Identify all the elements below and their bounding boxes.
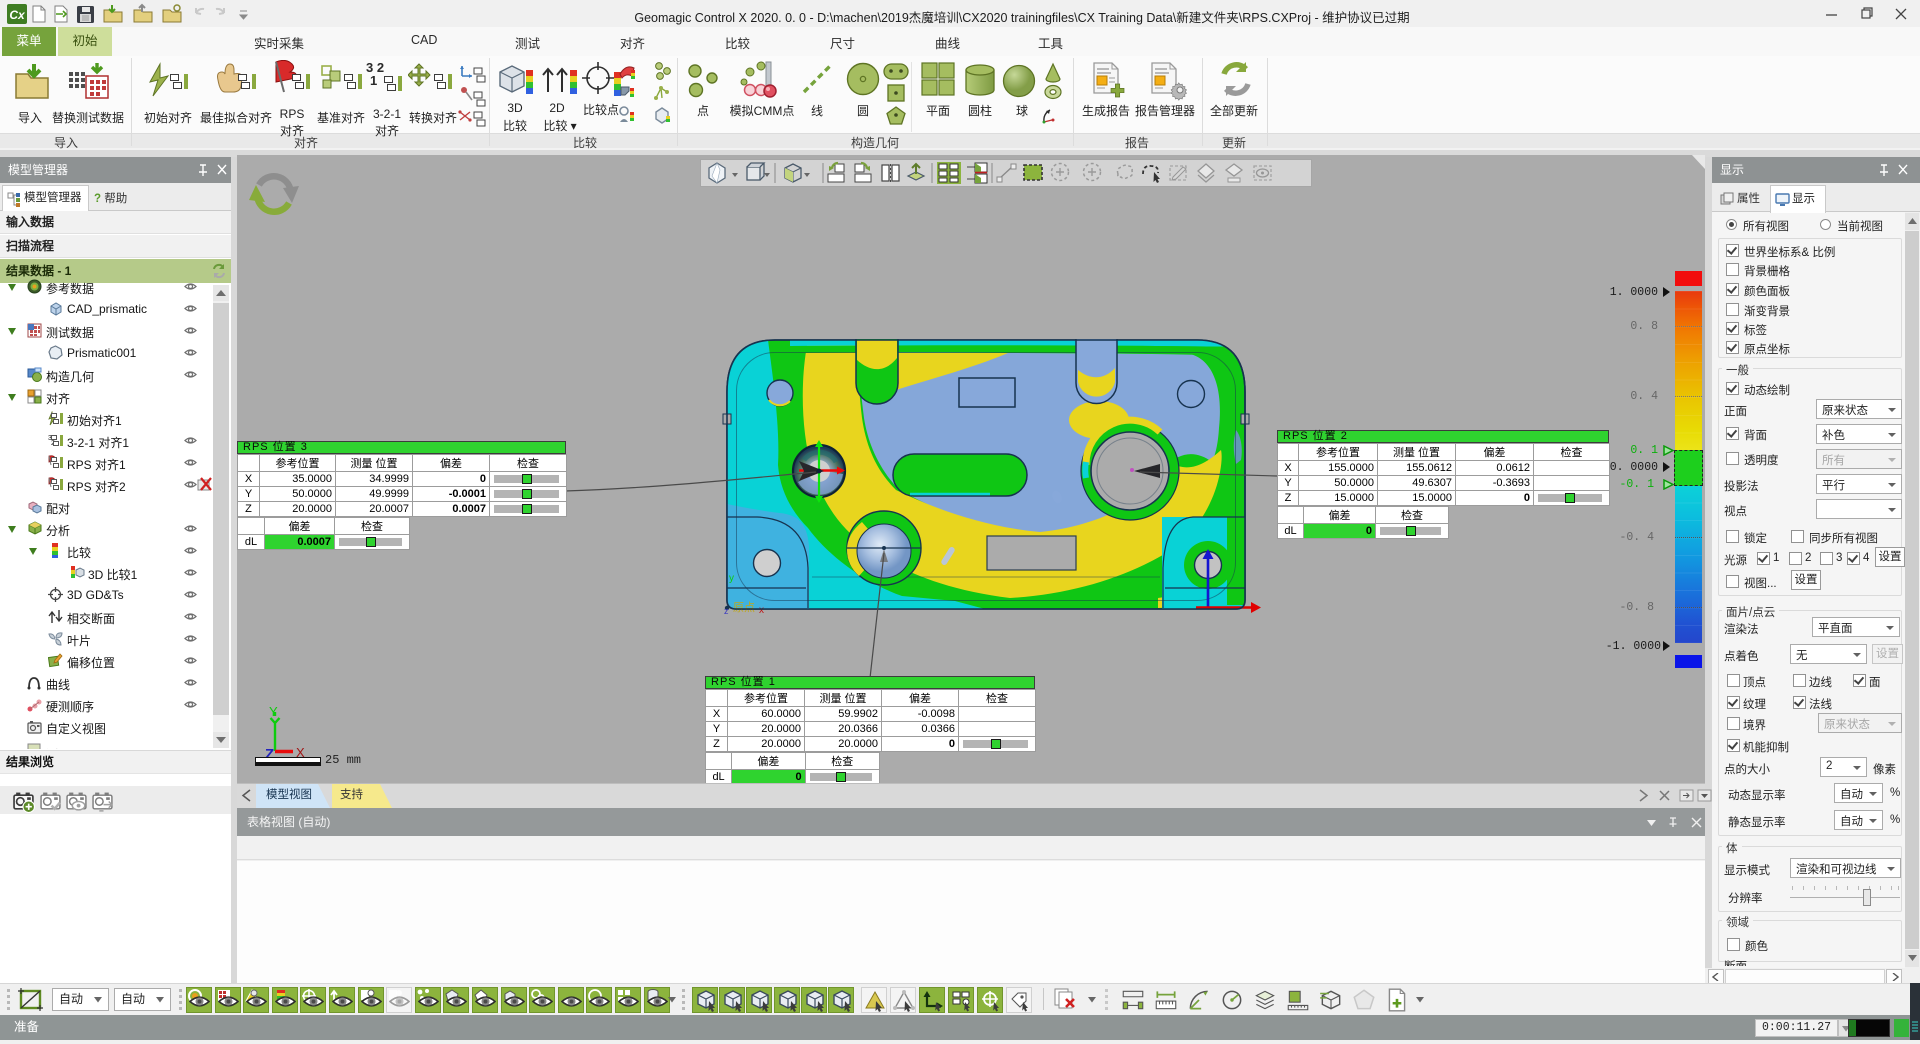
svg-text:Y: Y (269, 704, 278, 719)
svg-text:1: 1 (370, 73, 377, 88)
svg-text:Cx: Cx (9, 8, 26, 22)
